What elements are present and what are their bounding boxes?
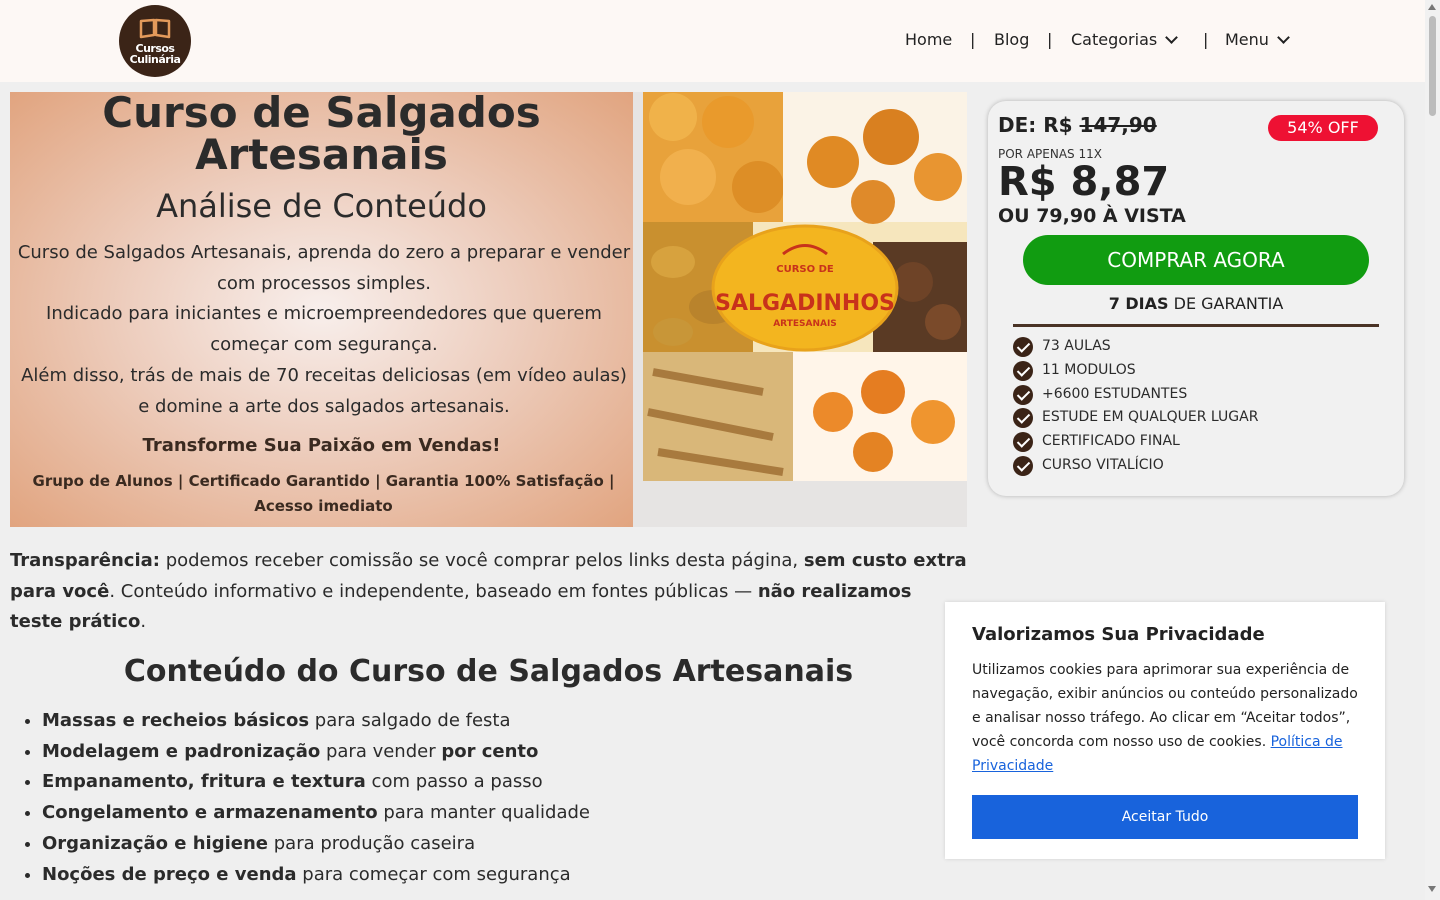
cookie-text: Utilizamos cookies para aprimorar sua ex… — [972, 658, 1364, 778]
item-text: para vender — [320, 740, 442, 762]
scroll-down-arrow-icon[interactable] — [1428, 886, 1436, 892]
chevron-down-icon — [1165, 31, 1179, 44]
logo-text-line2: Culinária — [129, 53, 181, 66]
guarantee-text: 7 DIAS DE GARANTIA — [988, 294, 1404, 313]
hero-description-line: Curso de Salgados Artesanais, aprenda do… — [17, 242, 631, 294]
nav-menu[interactable]: Menu — [1225, 29, 1290, 51]
list-item: Modelagem e padronização para vender por… — [42, 737, 590, 768]
list-item: ESTUDE EM QUALQUER LUGAR — [1013, 406, 1258, 430]
cash-price: OU 79,90 À VISTA — [998, 205, 1186, 227]
installment-price: R$ 8,87 — [998, 159, 1170, 205]
list-item: Massas e recheios básicos para salgado d… — [42, 706, 590, 737]
guarantee-rest: DE GARANTIA — [1168, 294, 1284, 313]
old-price: DE: R$ 147,90 — [998, 113, 1157, 137]
item-bold: Empanamento, fritura e textura — [42, 771, 366, 793]
check-circle-icon — [1013, 455, 1033, 476]
benefit-label: CERTIFICADO FINAL — [1042, 433, 1180, 450]
item-bold: por cento — [441, 740, 539, 762]
hero-cta-text: Transforme Sua Paixão em Vendas! — [142, 435, 501, 456]
page-scrollbar[interactable] — [1425, 0, 1440, 900]
list-item: CURSO VITALÍCIO — [1013, 454, 1258, 478]
nav-menu-label: Menu — [1225, 30, 1269, 49]
check-circle-icon — [1013, 384, 1033, 405]
list-item: Empanamento, fritura e textura com passo… — [42, 767, 590, 798]
image-text-line3: ARTESANAIS — [773, 319, 837, 329]
nav-separator: | — [1047, 30, 1053, 49]
image-text-line2: SALGADINHOS — [715, 291, 895, 316]
content-heading: Conteúdo do Curso de Salgados Artesanais — [123, 654, 854, 689]
course-cover-image: CURSO DE SALGADINHOS ARTESANAIS — [643, 92, 967, 481]
scroll-up-arrow-icon[interactable] — [1428, 4, 1436, 10]
nav-separator: | — [970, 30, 976, 49]
item-text: para salgado de festa — [309, 710, 511, 731]
nav-categorias-label: Categorias — [1071, 30, 1158, 49]
pricing-card: DE: R$ 147,90 54% OFF POR APENAS 11X R$ … — [988, 101, 1404, 496]
check-circle-icon — [1013, 408, 1033, 429]
item-bold: Congelamento e armazenamento — [42, 802, 378, 824]
benefit-label: CURSO VITALÍCIO — [1042, 456, 1164, 473]
hero-image-box: CURSO DE SALGADINHOS ARTESANAIS — [633, 92, 967, 527]
cookie-title: Valorizamos Sua Privacidade — [972, 624, 1265, 645]
hero-description-line: Além disso, trás de mais de 70 receitas … — [21, 364, 627, 417]
transparency-text: . Conteúdo informativo e independente, b… — [109, 580, 758, 602]
item-bold: Organização e higiene — [42, 832, 269, 854]
benefit-label: ESTUDE EM QUALQUER LUGAR — [1042, 409, 1259, 426]
open-book-icon — [139, 18, 171, 39]
discount-badge: 54% OFF — [1268, 115, 1378, 141]
list-item: CERTIFICADO FINAL — [1013, 430, 1258, 454]
check-circle-icon — [1013, 432, 1033, 453]
transparency-notice: Transparência: podemos receber comissão … — [10, 546, 970, 638]
guarantee-days: 7 DIAS — [1108, 294, 1169, 313]
hero-description-line: Indicado para iniciantes e microempreend… — [46, 303, 602, 356]
site-header: Cursos Culinária Home | Blog | Categoria… — [0, 0, 1425, 82]
transparency-text: . — [140, 611, 147, 633]
old-price-label: DE: R$ — [998, 113, 1073, 137]
benefit-label: 11 MODULOS — [1042, 361, 1136, 378]
image-text-line1: CURSO DE — [776, 264, 834, 275]
list-item: Noções de preço e venda para começar com… — [42, 860, 590, 891]
transparency-text: podemos receber comissão se você comprar… — [159, 550, 804, 571]
cookie-consent-banner: Valorizamos Sua Privacidade Utilizamos c… — [945, 602, 1385, 859]
page-subtitle: Análise de Conteúdo — [156, 187, 487, 225]
content-list: Massas e recheios básicos para salgado d… — [20, 706, 590, 890]
salgadinhos-illustration: CURSO DE SALGADINHOS ARTESANAIS — [643, 92, 967, 481]
check-circle-icon — [1013, 337, 1033, 357]
nav-separator: | — [1203, 30, 1209, 49]
chevron-down-icon — [1277, 31, 1290, 44]
site-logo[interactable]: Cursos Culinária — [119, 5, 191, 77]
nav-home[interactable]: Home — [905, 29, 952, 51]
item-text: para manter qualidade — [377, 802, 591, 824]
item-bold: Massas e recheios básicos — [42, 710, 310, 731]
check-circle-icon — [1013, 360, 1033, 381]
item-bold: Noções de preço e venda — [42, 863, 297, 885]
buy-now-button[interactable]: COMPRAR AGORA — [1023, 235, 1369, 285]
hero-description: Curso de Salgados Artesanais, aprenda do… — [15, 238, 633, 422]
benefits-list: 73 AULAS 11 MODULOS +6600 ESTUDANTES EST… — [1013, 335, 1258, 478]
hero-features: Grupo de Alunos | Certificado Garantido … — [32, 472, 615, 515]
scrollbar-thumb[interactable] — [1429, 16, 1436, 116]
nav-blog[interactable]: Blog — [994, 29, 1029, 51]
hero-section: Curso de Salgados Artesanais Análise de … — [10, 92, 633, 527]
divider — [1013, 324, 1379, 327]
benefit-label: 73 AULAS — [1042, 338, 1111, 354]
transparency-label: Transparência: — [10, 550, 160, 571]
item-text: com passo a passo — [365, 771, 543, 793]
list-item: 11 MODULOS — [1013, 359, 1258, 383]
item-text: para começar com segurança — [296, 863, 571, 885]
page-title: Curso de Salgados Artesanais — [102, 88, 541, 179]
list-item: Organização e higiene para produção case… — [42, 829, 590, 860]
list-item: 73 AULAS — [1013, 335, 1258, 359]
accept-all-button[interactable]: Aceitar Tudo — [972, 795, 1358, 839]
nav-categorias[interactable]: Categorias — [1071, 29, 1179, 51]
item-text: para produção caseira — [268, 832, 476, 854]
list-item: +6600 ESTUDANTES — [1013, 383, 1258, 407]
item-bold: Modelagem e padronização — [42, 740, 321, 762]
list-item: Congelamento e armazenamento para manter… — [42, 798, 590, 829]
old-price-value: 147,90 — [1079, 113, 1157, 137]
benefit-label: +6600 ESTUDANTES — [1042, 385, 1188, 402]
